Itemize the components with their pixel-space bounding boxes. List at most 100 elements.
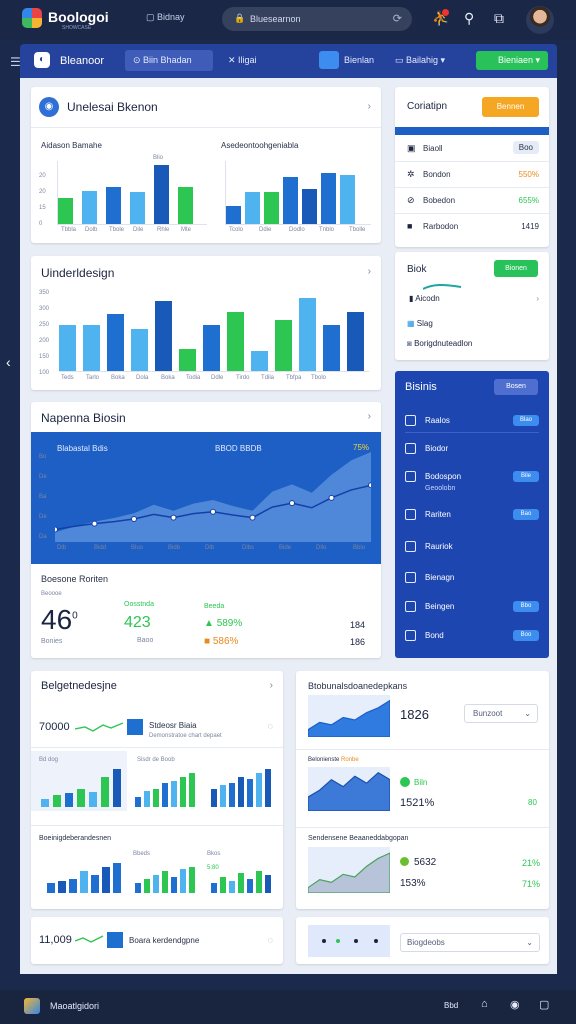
x-tick-label: Dlb xyxy=(57,545,67,551)
link-row-3[interactable]: ◙ Borigdnuteadlon xyxy=(407,339,472,348)
panel-item-label: Raalos xyxy=(425,416,450,425)
links-title: Biok xyxy=(407,264,427,275)
mini-chart-3-title: Boeinigdeberandesnen xyxy=(39,835,112,842)
chart-bar xyxy=(82,191,97,224)
statistics-row-2-value: 1521% xyxy=(400,797,435,809)
more-icon[interactable]: › xyxy=(270,680,273,691)
settings-icon[interactable]: ◌ xyxy=(268,721,273,731)
performance-y-axis: Bo De Ba De Da xyxy=(39,454,53,544)
chart-bar xyxy=(256,773,262,807)
grid-icon: ▦ xyxy=(407,319,415,328)
metric2-value: 423 xyxy=(124,614,151,631)
nav-item-2[interactable]: ✕ Iligai xyxy=(228,55,257,66)
workspace-chip-label: Bidnay xyxy=(157,12,185,22)
config-row-icon: ▣ xyxy=(407,143,416,153)
workspace-chip[interactable]: ▢ Bidnay xyxy=(146,12,185,23)
chart-bar xyxy=(135,883,141,893)
notification-badge xyxy=(442,9,449,16)
chart-bar xyxy=(238,873,244,893)
app-title: Bleanoor xyxy=(60,55,105,67)
link-row-3-label: Borigdnuteadlon xyxy=(414,339,473,348)
more-icon[interactable]: › xyxy=(368,101,371,112)
divider xyxy=(395,187,549,188)
divider xyxy=(296,749,549,750)
y-tick-label: De xyxy=(39,514,47,520)
link-row-1-more[interactable]: › xyxy=(536,294,539,303)
configuration-button[interactable]: Bennen xyxy=(482,97,539,117)
chart-bar xyxy=(144,879,150,893)
statistics-select-1-value: Bunzoot xyxy=(473,709,503,718)
collapse-left-icon[interactable]: ‹ xyxy=(6,354,11,370)
search-input[interactable]: 🔒 Bluesearnon ⟳ xyxy=(222,7,412,31)
divider xyxy=(31,825,283,826)
statistics-area-2 xyxy=(308,767,390,811)
performance-point xyxy=(55,526,58,533)
pin-icon[interactable]: ⚲ xyxy=(464,10,474,27)
business-panel: Bisinis Bosen Raalos Blao Biodor Bodospon Ge… xyxy=(395,371,549,658)
metric3-pct: 589% xyxy=(216,618,243,629)
mini-chart-5 xyxy=(135,861,199,893)
statistics-row-2-title-text: Belonienste xyxy=(308,757,340,763)
chart-bar xyxy=(265,769,271,807)
metric5-value: 186 xyxy=(350,637,366,647)
record-icon[interactable]: ◉ xyxy=(510,998,520,1011)
chart-bar xyxy=(59,325,76,371)
mini-chart-2 xyxy=(135,767,199,807)
widgets-metric-sub: Demonstratoe chart depaet xyxy=(149,733,222,739)
statistics-select-1[interactable]: Bunzoot ⌄ xyxy=(464,704,538,723)
app-mark-icon[interactable]: ◐ xyxy=(34,52,50,68)
metric2-label: Oosstnda xyxy=(124,601,154,608)
x-tick-label: Boka xyxy=(111,375,125,381)
chart-bar xyxy=(247,779,253,807)
chat-icon[interactable]: ▢ xyxy=(539,998,549,1011)
link-row-1[interactable]: ▮ Aicodn xyxy=(409,294,440,303)
brand-title: Boologoi xyxy=(48,9,109,25)
configuration-accent-bar xyxy=(395,127,549,135)
primary-action-button[interactable]: Bieniaen ▾ xyxy=(476,51,548,70)
panel-item-sublabel: Geoolobn xyxy=(425,485,456,492)
nav-item-4[interactable]: ▭ Bailahig ▾ xyxy=(395,55,445,66)
app-logo-icon[interactable] xyxy=(22,8,42,28)
panel-item-label: Bond xyxy=(425,631,444,640)
statistics-select-2[interactable]: Biogdeobs ⌄ xyxy=(400,933,540,952)
config-row-label: Rarbodon xyxy=(423,222,459,231)
extensions-icon[interactable]: ⧉ xyxy=(494,10,504,27)
sparkline-icon xyxy=(423,283,462,290)
left-chart-x-axis: Tbbla Dolb Tbole Dile Rhle Mte xyxy=(57,227,207,235)
card-links: Biok Bionen ▮ Aicodn › ▦ Slag ◙ Borigdnu… xyxy=(395,252,549,360)
statistics-select-2-value: Biogdeobs xyxy=(407,938,445,947)
config-row-value: 550% xyxy=(518,170,539,179)
card-widgets-footer: 11,009 Boara kerdendgpne ◌ xyxy=(31,917,283,964)
configuration-title: Coriatipn xyxy=(407,101,448,112)
y-tick-label: 20 xyxy=(39,173,46,179)
left-bar-chart xyxy=(57,161,207,225)
bottom-bar-item[interactable]: Bbd xyxy=(444,1001,458,1010)
mini-chart-2-title: Sisdr de Boob xyxy=(137,757,175,763)
link-row-2[interactable]: ▦ Slag xyxy=(407,319,433,328)
y-tick-label: 350 xyxy=(39,290,50,296)
divider xyxy=(395,213,549,214)
more-icon[interactable]: › xyxy=(368,411,371,422)
panel-item-icon xyxy=(405,601,416,612)
chart-bar xyxy=(77,789,85,807)
settings-icon[interactable]: ◌ xyxy=(268,935,273,945)
business-panel-button[interactable]: Bosen xyxy=(494,379,538,395)
metric-big-sup: 0 xyxy=(72,610,78,622)
footer-metric: 11,009 xyxy=(39,934,72,946)
people-icon[interactable] xyxy=(319,51,339,69)
performance-x-axis: Dlb Bidd Bluo Bidb Dlb Dlbs Bide Dllo Bblo xyxy=(55,545,371,553)
links-button[interactable]: Bionen xyxy=(494,260,538,277)
x-tick-label: Tcolo xyxy=(229,227,244,233)
bottom-app-icon[interactable] xyxy=(24,998,40,1014)
avatar[interactable] xyxy=(526,6,554,34)
nav-item-3[interactable]: Bienlan xyxy=(344,55,374,65)
refresh-icon[interactable]: ⟳ xyxy=(393,12,402,25)
tab-active[interactable]: ⊙ Biin Bhadan xyxy=(125,50,213,71)
more-icon[interactable]: › xyxy=(368,266,371,277)
x-tick-label: Bide xyxy=(279,545,292,551)
chart-bar xyxy=(211,883,217,893)
panel-item-icon xyxy=(405,509,416,520)
metric-big-value: 46 xyxy=(41,604,73,635)
home-icon[interactable]: ⌂ xyxy=(481,998,488,1010)
performance-point xyxy=(210,508,216,515)
